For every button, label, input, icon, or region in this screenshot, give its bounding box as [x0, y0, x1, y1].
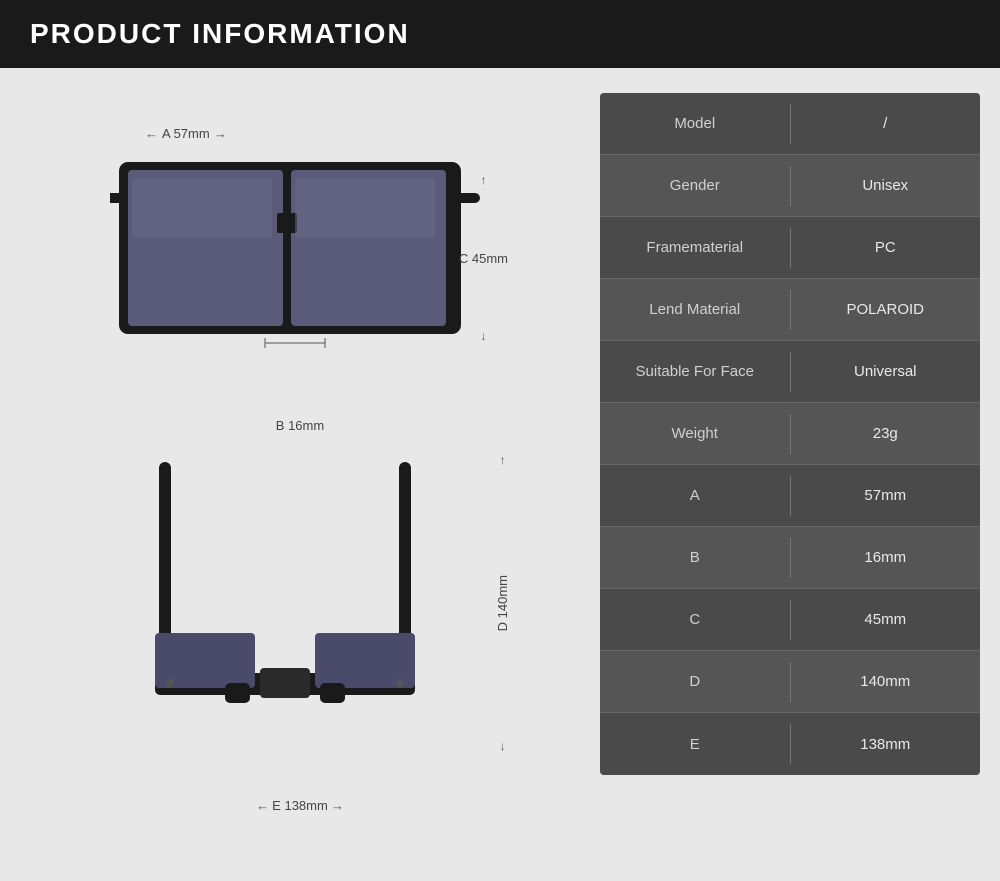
spec-value-6: 57mm [791, 477, 981, 514]
spec-label-6: A [600, 477, 790, 514]
measurement-e-label: E 138mm [272, 798, 328, 813]
spec-label-0: Model [600, 105, 790, 142]
specs-table: Model/GenderUnisexFramematerialPCLend Ma… [600, 93, 980, 775]
spec-value-10: 138mm [791, 726, 981, 763]
measurement-a-label: A 57mm [162, 126, 210, 141]
spec-label-7: B [600, 539, 790, 576]
spec-label-10: E [600, 726, 790, 763]
header: PRODUCT INFORMATION [0, 0, 1000, 68]
spec-row-0: Model/ [600, 93, 980, 155]
spec-value-7: 16mm [791, 539, 981, 576]
spec-label-8: C [600, 601, 790, 638]
left-panel: ← A 57mm → [20, 88, 580, 861]
spec-row-2: FramematerialPC [600, 217, 980, 279]
spec-row-8: C45mm [600, 589, 980, 651]
spec-value-3: POLAROID [791, 291, 981, 328]
spec-row-7: B16mm [600, 527, 980, 589]
spec-value-0: / [791, 105, 981, 142]
spec-row-9: D140mm [600, 651, 980, 713]
spec-row-10: E138mm [600, 713, 980, 775]
spec-value-8: 45mm [791, 601, 981, 638]
spec-row-6: A57mm [600, 465, 980, 527]
measurement-c-label: C 45mm [459, 251, 508, 266]
spec-label-9: D [600, 663, 790, 700]
spec-row-4: Suitable For FaceUniversal [600, 341, 980, 403]
spec-label-5: Weight [600, 415, 790, 452]
spec-value-4: Universal [791, 353, 981, 390]
spec-row-1: GenderUnisex [600, 155, 980, 217]
spec-label-2: Framematerial [600, 229, 790, 266]
spec-label-3: Lend Material [600, 291, 790, 328]
measurement-d-label: D 140mm [495, 575, 510, 631]
spec-row-5: Weight23g [600, 403, 980, 465]
spec-value-9: 140mm [791, 663, 981, 700]
spec-value-1: Unisex [791, 167, 981, 204]
top-glasses-diagram: ← A 57mm → [90, 118, 510, 438]
glasses-top-svg [105, 448, 495, 758]
spec-label-1: Gender [600, 167, 790, 204]
bottom-glasses-diagram: ↑ D 140mm ↓ ← E 138mm → [90, 438, 510, 818]
measurement-b-label: B 16mm [276, 418, 324, 433]
page: PRODUCT INFORMATION ← A 57mm → [0, 0, 1000, 881]
glasses-front-svg [110, 148, 480, 368]
main-content: ← A 57mm → [0, 68, 1000, 881]
spec-row-3: Lend MaterialPOLAROID [600, 279, 980, 341]
spec-value-5: 23g [791, 415, 981, 452]
spec-value-2: PC [791, 229, 981, 266]
page-title: PRODUCT INFORMATION [30, 18, 410, 50]
spec-label-4: Suitable For Face [600, 353, 790, 390]
